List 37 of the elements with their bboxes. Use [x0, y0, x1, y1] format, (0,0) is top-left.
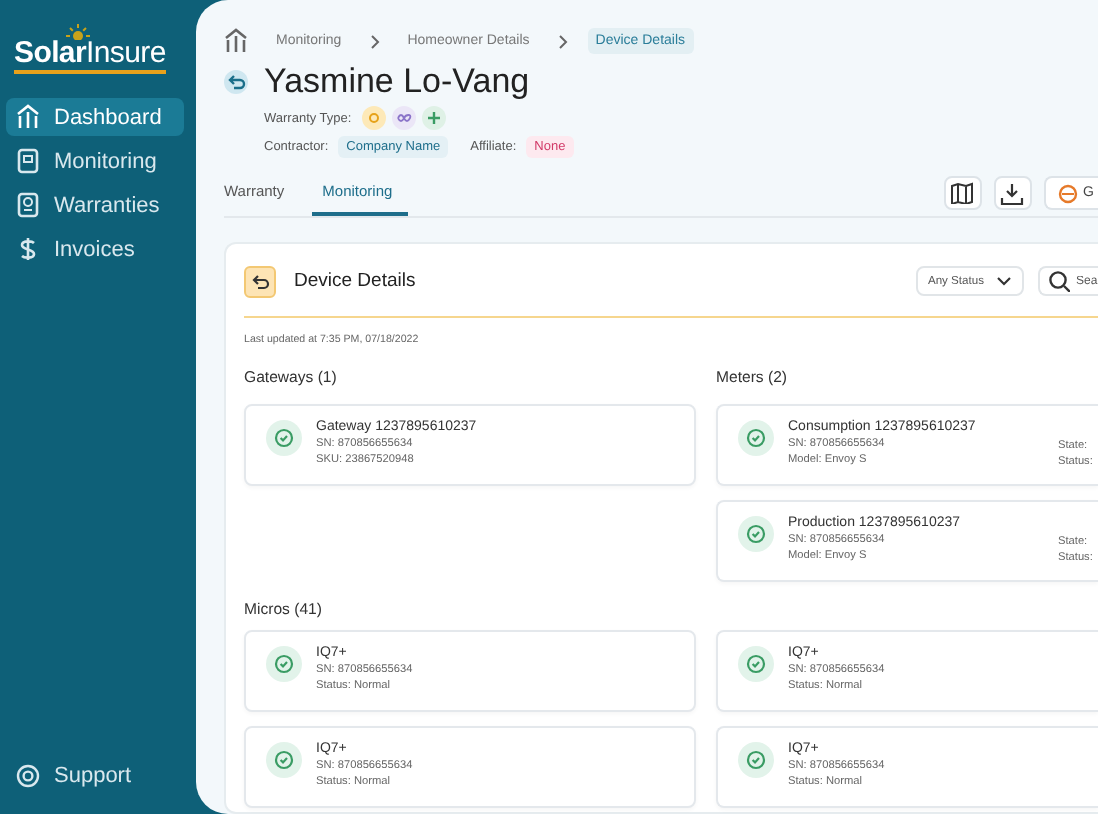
check-circle-icon	[738, 516, 774, 552]
back-button[interactable]	[224, 70, 248, 94]
chevron-icon	[557, 33, 568, 49]
home-icon	[16, 104, 40, 130]
device-icon	[16, 148, 40, 174]
return-arrow-icon	[250, 271, 270, 291]
check-circle-icon	[738, 420, 774, 456]
infinity-icon	[391, 106, 416, 130]
check-circle-icon	[738, 742, 774, 778]
search-icon	[1048, 270, 1070, 292]
back-arrow-icon	[226, 72, 246, 92]
download-button[interactable]	[993, 176, 1032, 210]
customer-name: Yasmine Lo-Vang	[264, 62, 530, 102]
download-icon	[1000, 181, 1025, 205]
sun-icon	[66, 24, 90, 40]
sun-icon	[361, 106, 386, 130]
check-circle-icon	[266, 420, 302, 456]
map-icon	[950, 182, 975, 204]
nav-item[interactable]: Monitoring	[6, 142, 184, 180]
back-button[interactable]	[244, 265, 276, 297]
check-circle-icon	[738, 646, 774, 682]
map-button[interactable]	[943, 176, 982, 210]
certificate-icon	[16, 192, 40, 218]
support-link[interactable]: Support	[6, 756, 184, 794]
chevron-down-icon	[996, 276, 1012, 286]
home-icon[interactable]	[224, 28, 248, 54]
dollar-icon	[16, 236, 40, 262]
nav-item[interactable]: Dashboard	[6, 98, 184, 136]
check-circle-icon	[266, 742, 302, 778]
nav-item[interactable]: Warranties	[6, 186, 184, 224]
logo: SolarInsure	[6, 24, 184, 74]
plus-icon	[421, 106, 446, 130]
chevron-icon	[369, 33, 380, 49]
lifebuoy-icon	[16, 763, 40, 787]
nav-item[interactable]: Invoices	[6, 230, 184, 268]
check-circle-icon	[266, 646, 302, 682]
card-title: Device Details	[294, 270, 418, 292]
